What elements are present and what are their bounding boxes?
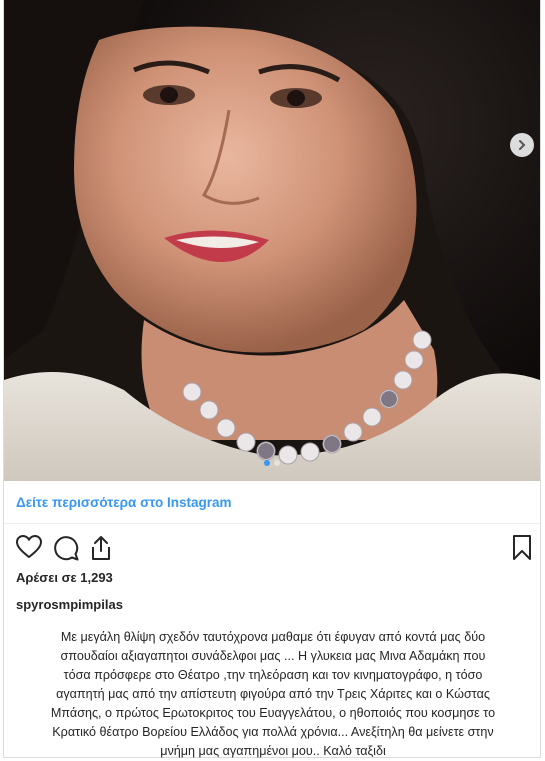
caption-line: Κρατικό θέατρο Βορείου Ελλάδος για πολλά… <box>52 725 494 739</box>
caption-line: Μπάσης, ο πρώτος Ερωτοκριτος του Ευαγγελ… <box>50 706 496 720</box>
carousel-dot <box>274 460 280 466</box>
portrait-image <box>4 0 540 481</box>
heart-icon <box>15 534 43 559</box>
save-button[interactable] <box>512 535 532 566</box>
carousel-dot-active <box>264 460 270 466</box>
post-photo[interactable] <box>4 0 540 481</box>
like-button[interactable] <box>15 534 43 564</box>
comment-icon <box>54 536 79 561</box>
comment-button[interactable] <box>53 535 79 566</box>
like-count[interactable]: Αρέσει σε 1,293 <box>16 570 113 585</box>
caption-line: τόσα πρόσφερε στο Θέατρο ,την τηλεόραση … <box>63 668 483 682</box>
post-caption: Με μεγάλη θλίψη σχεδόν ταυτόχρονα μαθαμε… <box>16 628 530 761</box>
carousel-next-button[interactable] <box>510 133 534 157</box>
post-author-username[interactable]: spyrosmpimpilas <box>16 597 123 612</box>
view-more-on-instagram-link[interactable]: Δείτε περισσότερα στο Instagram <box>16 495 231 510</box>
divider <box>4 523 540 524</box>
caption-line: σπουδαίοι αξιαγαπητοι συνάδελφοι μας ...… <box>60 649 486 663</box>
action-bar <box>15 534 531 564</box>
caption-line: μνήμη μας αγαπημένοι μου.. Καλό ταξιδι <box>160 744 386 758</box>
instagram-embed-card: Δείτε περισσότερα στο Instagram Αρέσει σ… <box>3 0 541 758</box>
share-icon <box>92 536 110 560</box>
carousel-indicator <box>4 460 540 466</box>
caption-line: αγαπητή μας από την απίστευτη φιγούρα απ… <box>56 687 490 701</box>
caption-line: Με μεγάλη θλίψη σχεδόν ταυτόχρονα μαθαμε… <box>60 630 486 644</box>
bookmark-icon <box>513 535 531 560</box>
share-button[interactable] <box>89 535 113 566</box>
chevron-right-icon <box>519 140 526 150</box>
